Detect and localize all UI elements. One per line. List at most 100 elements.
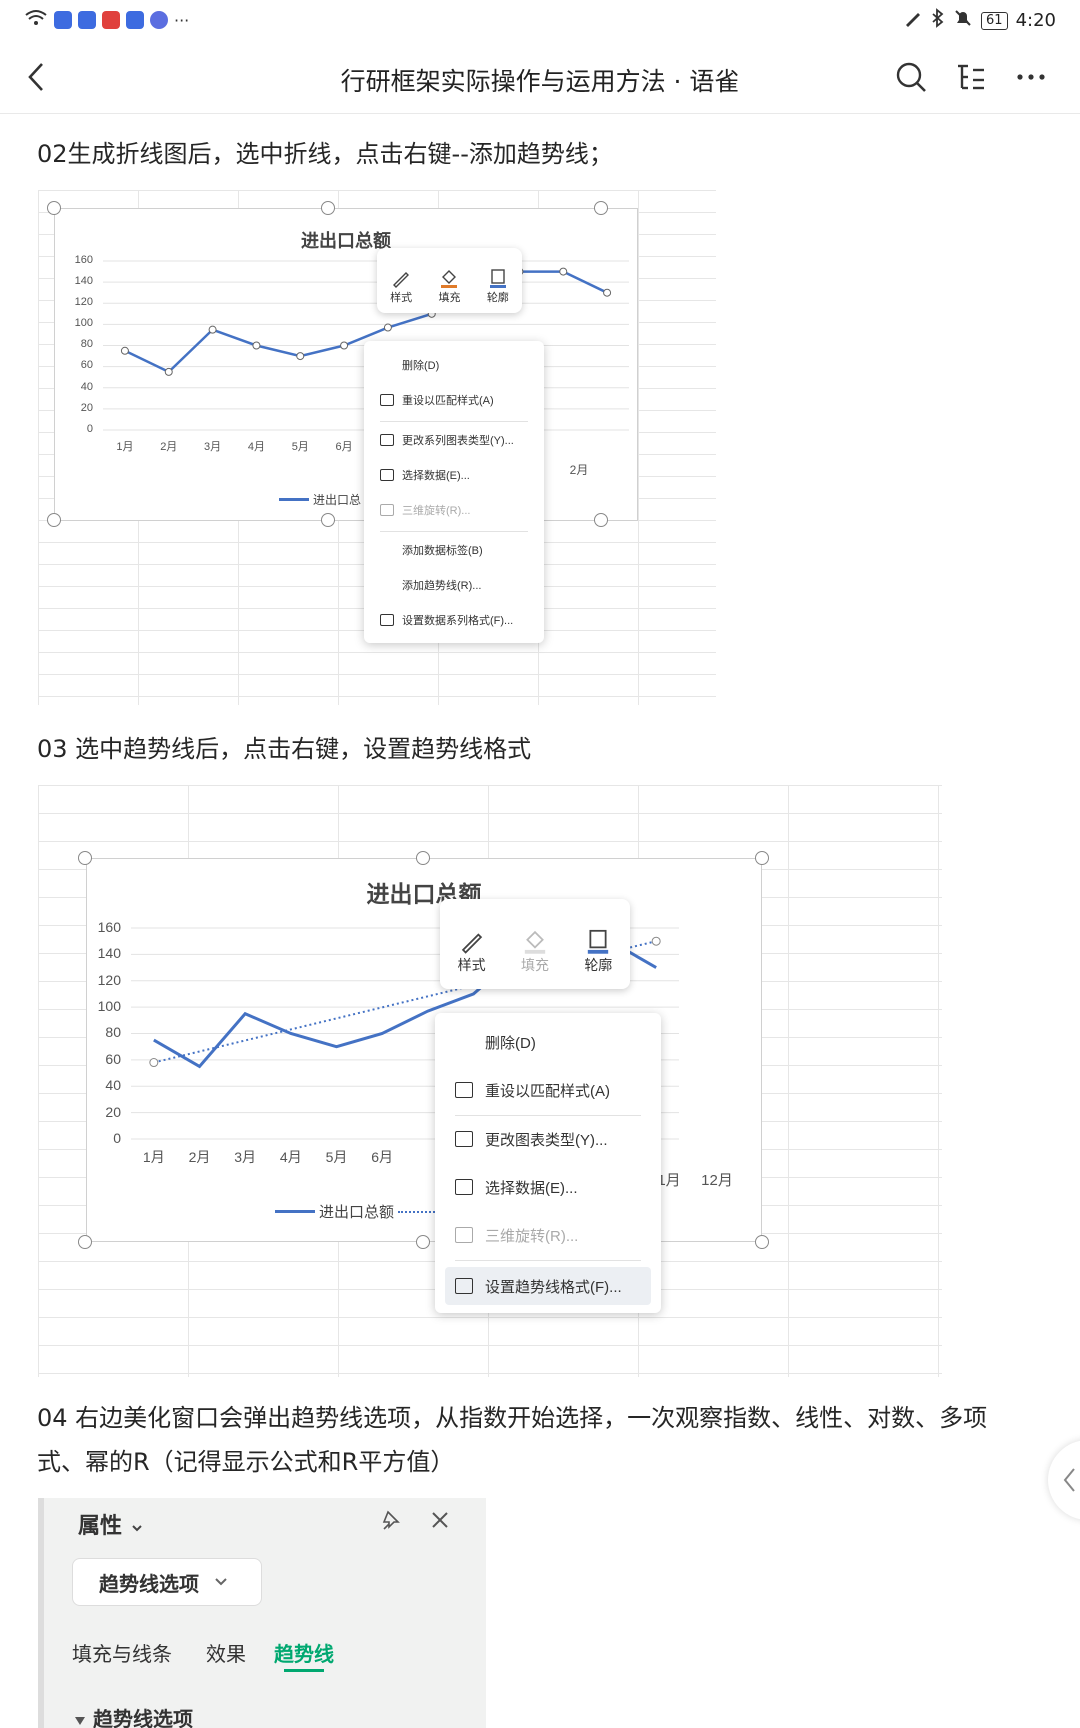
resize-handle[interactable] [416,851,430,865]
style-tool[interactable]: 样式 [390,267,412,305]
search-icon [896,62,926,92]
menu-item-add-data-labels[interactable]: 添加数据标签(B) [364,538,544,562]
active-tab-indicator [284,1669,324,1672]
status-icons-right: 61 4:20 [903,8,1056,33]
tab-effects[interactable]: 效果 [206,1638,246,1667]
panel-title[interactable]: 属性 [78,1508,144,1540]
menu-item-format-series[interactable]: 设置数据系列格式(F)... [364,608,544,632]
outline-tool[interactable]: 轮廓 [487,267,509,305]
outline-label: 轮廓 [486,291,509,304]
menu-item-change-type[interactable]: 更改图表类型(Y)... [435,1124,661,1154]
data-point-marker[interactable] [340,341,349,350]
menu-item-change-type[interactable]: 更改系列图表类型(Y)... [364,428,544,452]
clock: 4:20 [1015,10,1056,31]
tab-fill-and-line[interactable]: 填充与线条 [72,1638,172,1667]
menu-item-add-trendline[interactable]: 添加趋势线(R)... [364,573,544,597]
menu-item-label: 三维旋转(R)... [485,1227,579,1245]
section-trendline-options[interactable]: 趋势线选项 [74,1703,193,1728]
context-menu: 删除(D) 重设以匹配样式(A) 更改图表类型(Y)... 选择数据(E)...… [435,1013,661,1313]
trendline-endpoint[interactable] [149,1058,159,1068]
brush-icon [461,933,482,954]
chart-area[interactable]: 进出口总额 160 140 120 100 80 60 40 20 0 1月 2月 3月 4月 5月 6月… [54,208,638,521]
menu-item-reset-style[interactable]: 重设以匹配样式(A) [435,1075,661,1105]
style-tool[interactable]: 样式 [458,927,486,975]
menu-item-label: 重设以匹配样式(A) [485,1082,610,1100]
legend-label: 进出口总额 [319,1204,395,1221]
menu-item-select-data[interactable]: 选择数据(E)... [364,463,544,487]
menu-item-delete[interactable]: 删除(D) [435,1027,661,1057]
resize-handle[interactable] [321,201,335,215]
paragraph-step-02: 02生成折线图后，选中折线，点击右键--添加趋势线； [37,140,613,168]
resize-handle[interactable] [416,1235,430,1249]
resize-handle[interactable] [755,1235,769,1249]
outline-icon [588,929,609,954]
menu-item-label: 选择数据(E)... [485,1179,578,1197]
dropdown-label: 趋势线选项 [99,1571,199,1596]
pin-icon [382,1510,400,1530]
outline-label: 轮廓 [584,958,613,974]
style-label: 样式 [457,958,486,974]
data-point-marker[interactable] [383,323,392,332]
menu-item-select-data[interactable]: 选择数据(E)... [435,1172,661,1202]
data-point-marker[interactable] [208,325,217,334]
app-notification-icon [54,11,72,29]
menu-item-format-trendline[interactable]: 设置趋势线格式(F)... [445,1267,651,1305]
outline-button[interactable] [954,60,988,94]
resize-handle[interactable] [321,513,335,527]
x-tick-label: 5月 [291,441,309,453]
fill-tool[interactable]: 填充 [438,267,460,305]
legend-line-swatch [275,1210,315,1213]
data-point-marker[interactable] [120,346,129,355]
resize-handle[interactable] [594,201,608,215]
tab-trendline[interactable]: 趋势线 [274,1638,334,1667]
more-button[interactable] [1014,60,1048,94]
fill-tool: 填充 [521,927,549,975]
data-point-marker[interactable] [603,288,612,297]
fill-bucket-icon [524,930,546,954]
chart-legend: 进出口总额 [275,1201,439,1222]
x-tick-label: 5月 [325,1149,348,1165]
trendline-options-dropdown[interactable]: 趋势线选项 [72,1558,262,1606]
data-point-marker[interactable] [296,352,305,361]
resize-handle[interactable] [594,513,608,527]
menu-item-label: 重设以匹配样式(A) [402,395,494,407]
reset-style-icon [455,1082,473,1098]
app-notification-icon [126,11,144,29]
select-data-icon [455,1179,473,1195]
outline-tool[interactable]: 轮廓 [584,927,612,975]
search-button[interactable] [894,60,928,94]
chevron-left-icon [1063,1468,1075,1492]
resize-handle[interactable] [78,851,92,865]
line-series[interactable] [55,209,639,522]
menu-item-label: 添加趋势线(R)... [402,580,482,592]
resize-handle[interactable] [47,513,61,527]
caret-down-icon [75,1717,85,1725]
menu-item-label: 删除(D) [485,1034,536,1052]
close-button[interactable] [428,1508,452,1536]
style-label: 样式 [390,291,413,304]
pin-button[interactable] [378,1508,404,1538]
select-data-icon [380,469,394,481]
data-point-marker[interactable] [559,267,568,276]
resize-handle[interactable] [78,1235,92,1249]
fill-label: 填充 [438,291,461,304]
music-icon [150,11,168,29]
x-tick-label: 2月 [188,1149,211,1165]
side-drawer-handle[interactable] [1048,1440,1080,1520]
menu-separator [380,421,528,422]
section-label: 趋势线选项 [92,1707,193,1728]
trendline-endpoint[interactable] [651,936,661,946]
menu-item-label: 设置趋势线格式(F)... [485,1278,622,1296]
menu-separator [455,1260,641,1261]
x-tick-label: 12月 [701,1172,733,1189]
menu-item-reset-style[interactable]: 重设以匹配样式(A) [364,388,544,412]
resize-handle[interactable] [47,201,61,215]
menu-item-label: 添加数据标签(B) [402,545,483,557]
menu-item-delete[interactable]: 删除(D) [364,353,544,377]
chart-mini-toolbar: 样式 填充 轮廓 [377,248,522,313]
app-notification-icon [78,11,96,29]
menu-item-3d-rotate: 三维旋转(R)... [435,1220,661,1250]
data-point-marker[interactable] [164,367,173,376]
data-point-marker[interactable] [252,341,261,350]
resize-handle[interactable] [755,851,769,865]
